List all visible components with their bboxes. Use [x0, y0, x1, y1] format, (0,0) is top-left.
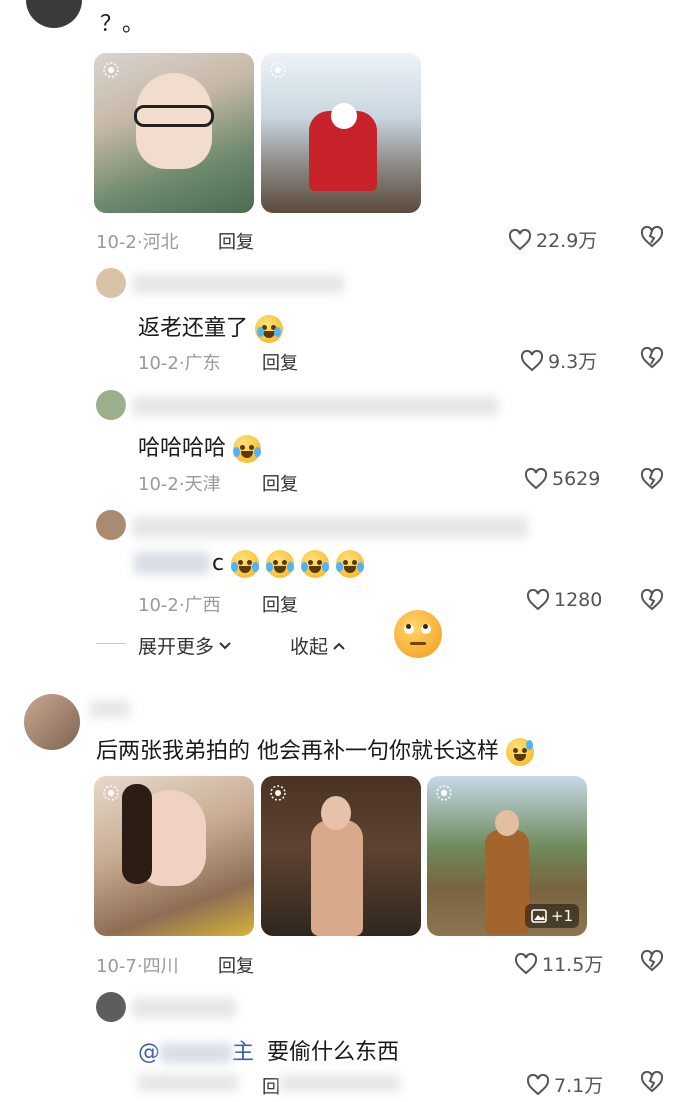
reply-button[interactable]: 回复: [218, 228, 254, 254]
comment-text: ？。: [100, 12, 145, 37]
live-photo-icon: [436, 785, 452, 801]
collapse-button[interactable]: 收起: [290, 632, 346, 659]
broken-heart-icon: [640, 468, 664, 490]
comment-photo[interactable]: [94, 776, 254, 936]
like-count: 22.9万: [536, 230, 598, 252]
like-count: 7.1万: [554, 1075, 604, 1097]
text-blurred: [280, 1074, 400, 1092]
avatar[interactable]: [26, 0, 82, 28]
heart-icon: [526, 1073, 550, 1095]
like-button[interactable]: 11.5万: [514, 950, 603, 977]
laughing-tears-icon: [231, 550, 260, 578]
broken-heart-icon: [640, 347, 664, 369]
laughing-tears-icon: [336, 550, 365, 578]
photo-subject-head: [331, 103, 357, 129]
mention[interactable]: @: [138, 1040, 160, 1065]
thread-divider: [96, 643, 126, 644]
mention-blurred: [160, 1043, 232, 1063]
comment-text: 后两张我弟拍的 他会再补一句你就长这样: [96, 733, 534, 766]
dislike-button[interactable]: [640, 468, 664, 490]
eye-roll-emoji-icon: [394, 610, 442, 658]
like-button[interactable]: 1280: [526, 589, 602, 611]
photo-subject: [311, 820, 363, 936]
comment-meta: 10-7·四川: [96, 956, 179, 977]
avatar[interactable]: [96, 992, 126, 1022]
expand-more-button[interactable]: 展开更多: [138, 632, 232, 659]
comment-text: 哈哈哈哈: [138, 430, 262, 463]
live-photo-icon: [103, 62, 119, 78]
username-blurred: [132, 396, 498, 416]
like-button[interactable]: 22.9万: [508, 226, 597, 253]
like-count: 5629: [552, 468, 601, 490]
reply-button[interactable]: 回复: [262, 349, 298, 375]
chevron-up-icon: [333, 642, 345, 650]
reply-button[interactable]: 回: [262, 1073, 280, 1099]
comment-meta: 10-2·河北: [96, 232, 179, 253]
more-images-badge[interactable]: +1: [524, 904, 579, 928]
photo-hair: [122, 784, 152, 884]
sweat-smile-icon: [506, 738, 534, 766]
reply-button[interactable]: 回复: [218, 952, 254, 978]
comment-text: 返老还童了: [138, 310, 284, 343]
heart-icon: [526, 589, 550, 611]
dislike-button[interactable]: [640, 347, 664, 369]
comment-meta: 10-2·天津: [138, 474, 221, 495]
like-button[interactable]: 9.3万: [520, 347, 597, 374]
laughing-tears-icon: [233, 435, 262, 463]
dislike-button[interactable]: [640, 1071, 664, 1093]
like-button[interactable]: 7.1万: [526, 1071, 603, 1098]
chevron-down-icon: [219, 641, 231, 649]
broken-heart-icon: [640, 1071, 664, 1093]
heart-icon: [524, 468, 548, 490]
username-blurred: [132, 274, 344, 294]
broken-heart-icon: [640, 226, 664, 248]
username-blurred: [90, 700, 130, 718]
photo-glasses: [134, 105, 214, 127]
broken-heart-icon: [640, 589, 664, 611]
dislike-button[interactable]: [640, 589, 664, 611]
live-photo-icon: [270, 785, 286, 801]
comment-photo[interactable]: [94, 53, 254, 213]
meta-blurred: [138, 1074, 238, 1092]
reply-button[interactable]: 回复: [262, 470, 298, 496]
dislike-button[interactable]: [640, 226, 664, 248]
broken-heart-icon: [640, 950, 664, 972]
photo-subject-head: [495, 810, 519, 836]
heart-icon: [520, 349, 544, 371]
gallery-icon: [531, 909, 547, 923]
comment-text: c: [212, 550, 365, 578]
heart-icon: [508, 228, 532, 250]
text-blurred: [134, 552, 210, 574]
reply-button[interactable]: 回复: [262, 591, 298, 617]
avatar[interactable]: [96, 268, 126, 298]
username-blurred: [132, 516, 528, 538]
like-count: 1280: [554, 589, 603, 611]
dislike-button[interactable]: [640, 950, 664, 972]
avatar[interactable]: [96, 510, 126, 540]
laughing-tears-icon: [301, 550, 330, 578]
avatar[interactable]: [96, 390, 126, 420]
live-photo-icon: [270, 62, 286, 78]
laughing-tears-icon: [266, 550, 295, 578]
mention-tail[interactable]: 主: [232, 1040, 254, 1065]
comment-photo[interactable]: [261, 53, 421, 213]
crying-face-icon: [255, 315, 284, 343]
like-count: 9.3万: [548, 351, 598, 373]
comment-photo[interactable]: [261, 776, 421, 936]
live-photo-icon: [103, 785, 119, 801]
like-button[interactable]: 5629: [524, 468, 600, 490]
comment-meta: 10-2·广东: [138, 353, 221, 374]
photo-subject-head: [321, 796, 351, 830]
comment-meta: 10-2·广西: [138, 595, 221, 616]
username-blurred: [132, 998, 236, 1018]
heart-icon: [514, 952, 538, 974]
photo-subject: [485, 830, 529, 934]
avatar[interactable]: [24, 694, 80, 750]
comment-text: @ 主 要偷什么东西: [138, 1040, 400, 1065]
like-count: 11.5万: [542, 954, 604, 976]
comment-photo[interactable]: +1: [427, 776, 587, 936]
